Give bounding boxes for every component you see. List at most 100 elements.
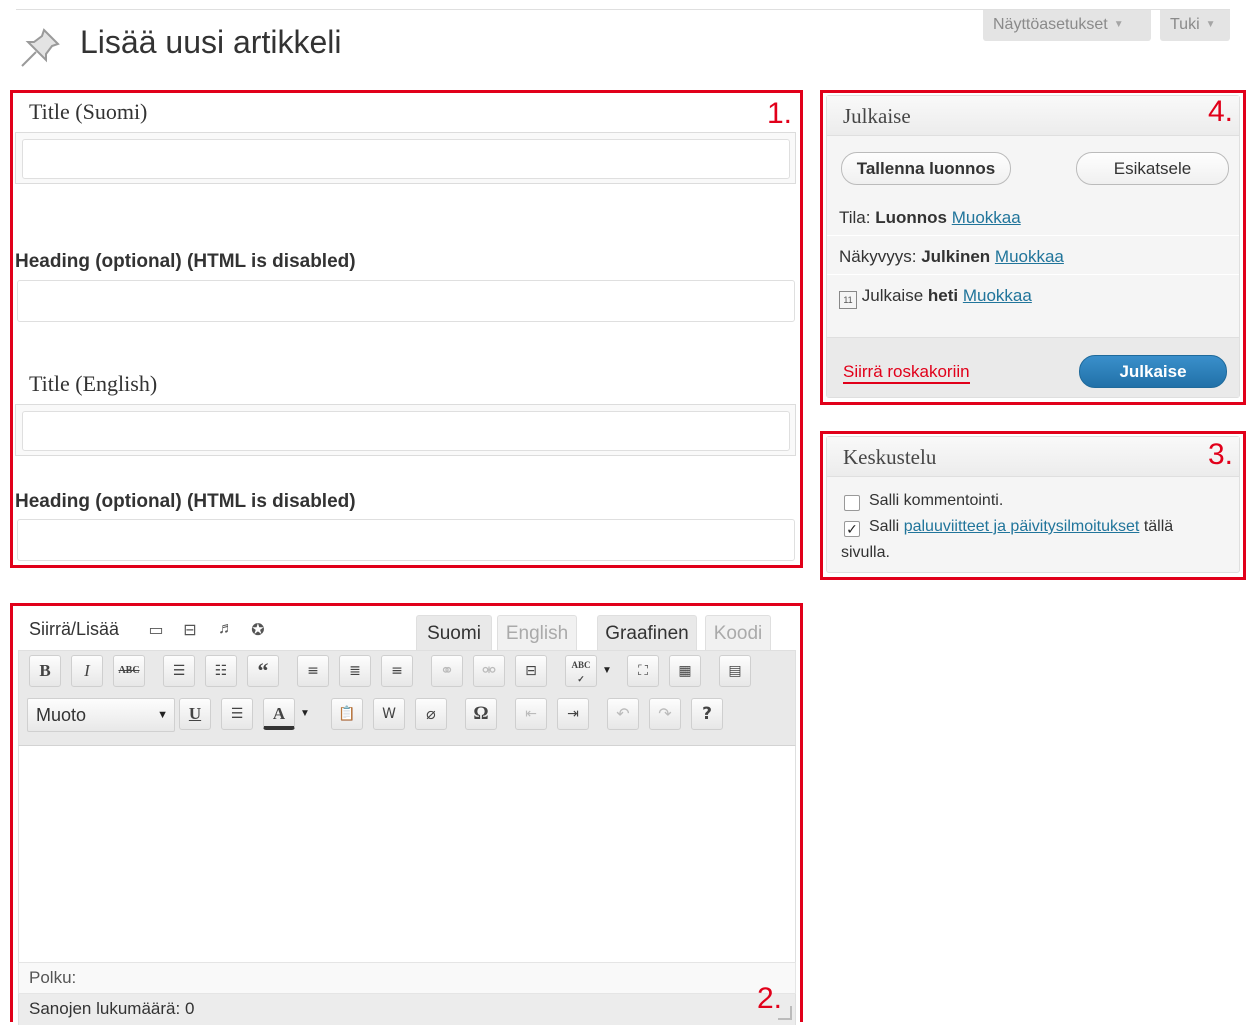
undo-icon[interactable]: ↶ [607,698,639,730]
marker-1: 1. [766,97,792,130]
discussion-box: Keskustelu Salli kommentointi. ✓ Salli p… [826,436,1240,573]
screen-options-label: Näyttöasetukset [993,16,1108,33]
numbered-list-icon[interactable]: ☷ [205,655,237,687]
allow-pings-suffix2: sivulla. [841,544,890,561]
move-to-trash-link[interactable]: Siirrä roskakoriin [843,362,970,384]
save-draft-button[interactable]: Tallenna luonnos [841,152,1011,185]
screen-options-tab[interactable]: Näyttöasetukset ▼ [983,10,1151,41]
more-tag-icon[interactable]: ⊟ [515,655,547,687]
add-media-icon[interactable]: ✪ [247,620,269,640]
align-right-icon[interactable]: ≡ [381,655,413,687]
heading-fi-label: Heading (optional) (HTML is disabled) [15,251,356,272]
path-label: Polku: [29,968,77,987]
underline-icon[interactable]: U [179,698,211,730]
align-left-icon[interactable]: ≡ [297,655,329,687]
allow-pings-checkbox[interactable]: ✓ [844,521,860,537]
add-video-icon[interactable]: ⊟ [179,620,201,640]
format-select[interactable]: Muoto ▼ [27,698,175,732]
help-tab[interactable]: Tuki ▼ [1160,10,1230,41]
status-value: Luonnos [875,208,947,227]
kitchen-sink-icon[interactable]: ▦ [669,655,701,687]
word-count-value: 0 [184,999,195,1018]
spellcheck-dropdown-icon[interactable]: ▼ [599,655,615,687]
allow-pings-suffix: tällä [1143,518,1174,535]
editor-path: Polku: [18,962,796,994]
word-count-row: Sanojen lukumäärä: 0 [18,994,796,1025]
visibility-edit-link[interactable]: Muokkaa [995,247,1064,266]
pingbacks-link[interactable]: paluuviitteet ja päivitysilmoitukset [904,518,1140,535]
editor-toolbar: B I ABC ☰ ☷ “ ≡ ≣ ≡ ⚭ ⚮ ⊟ ABC ✓ ▼ ⛶ ▦ ▤ M… [18,650,796,746]
clear-formatting-icon[interactable]: ⌀ [415,698,447,730]
resize-handle-icon[interactable] [778,1006,792,1020]
title-fi-wrap [15,132,796,184]
tab-html[interactable]: Koodi [705,615,771,651]
add-audio-icon[interactable]: ♬ [215,620,237,640]
publish-actions: Siirrä roskakoriin Julkaise [827,337,1239,397]
special-char-icon[interactable]: Ω [465,698,497,730]
visibility-row: Näkyvyys: Julkinen Muokkaa [839,247,1064,267]
status-row: Tila: Luonnos Muokkaa [839,208,1021,228]
schedule-row: 11 Julkaise heti Muokkaa [839,286,1032,309]
justify-icon[interactable]: ☰ [221,698,253,730]
editor-content-area[interactable] [18,746,796,964]
title-fields-highlight: Title (Suomi) 1. Heading (optional) (HTM… [10,90,803,568]
add-image-icon[interactable]: ▭ [145,620,167,640]
link-icon[interactable]: ⚭ [431,655,463,687]
tab-visual[interactable]: Graafinen [597,615,697,651]
allow-comments-label: Salli kommentointi. [869,492,1004,509]
allow-comments-checkbox[interactable] [844,495,860,511]
text-color-icon[interactable]: A [263,698,295,730]
tab-lang-english[interactable]: English [497,615,577,651]
page-break-icon[interactable]: ▤ [719,655,751,687]
blockquote-icon[interactable]: “ [247,655,279,687]
visibility-value: Julkinen [921,247,991,266]
bullet-list-icon[interactable]: ☰ [163,655,195,687]
editor-highlight: Siirrä/Lisää ▭ ⊟ ♬ ✪ Suomi English Graaf… [10,603,803,1025]
heading-en-label: Heading (optional) (HTML is disabled) [15,491,356,512]
title-fi-label: Title (Suomi) [29,99,148,124]
strikethrough-icon[interactable]: ABC [113,655,145,687]
indent-icon[interactable]: ⇥ [557,698,589,730]
help-label: Tuki [1170,16,1200,33]
publish-box-title: Julkaise [827,96,1239,136]
spellcheck-icon[interactable]: ABC ✓ [565,655,597,687]
help-icon[interactable]: ? [691,698,723,730]
text-color-dropdown-icon[interactable]: ▼ [297,698,313,730]
preview-button[interactable]: Esikatsele [1076,152,1229,185]
calendar-icon: 11 [839,291,857,309]
italic-icon[interactable]: I [71,655,103,687]
title-en-wrap [15,404,796,456]
visibility-label: Näkyvyys: [839,247,917,266]
chevron-down-icon: ▼ [1113,19,1124,30]
publish-highlight: Julkaise Tallenna luonnos Esikatsele Til… [820,90,1246,405]
marker-3: 3. [1207,438,1233,471]
marker-4: 4. [1207,95,1233,128]
title-fi-input[interactable] [22,139,790,179]
bold-icon[interactable]: B [29,655,61,687]
title-en-input[interactable] [22,411,790,451]
chevron-down-icon: ▼ [157,709,168,721]
redo-icon[interactable]: ↷ [649,698,681,730]
align-center-icon[interactable]: ≣ [339,655,371,687]
publish-button[interactable]: Julkaise [1079,355,1227,388]
separator [827,235,1239,236]
fullscreen-icon[interactable]: ⛶ [627,655,659,687]
schedule-edit-link[interactable]: Muokkaa [963,286,1032,305]
allow-pings-label: Salli paluuviitteet ja päivitysilmoituks… [869,518,1173,536]
discussion-highlight: Keskustelu Salli kommentointi. ✓ Salli p… [820,431,1246,580]
tab-lang-suomi[interactable]: Suomi [416,615,492,651]
unlink-icon[interactable]: ⚮ [473,655,505,687]
pushpin-icon [21,28,60,67]
status-edit-link[interactable]: Muokkaa [952,208,1021,227]
page-title: Lisää uusi artikkeli [80,24,342,60]
heading-en-input[interactable] [17,519,795,561]
heading-fi-input[interactable] [17,280,795,322]
paste-text-icon[interactable]: 📋 [331,698,363,730]
format-select-value: Muoto [36,705,87,725]
schedule-label: Julkaise [861,286,924,305]
outdent-icon[interactable]: ⇤ [515,698,547,730]
chevron-down-icon: ▼ [1205,19,1216,30]
paste-word-icon[interactable]: W [373,698,405,730]
allow-pings-prefix: Salli [869,518,900,535]
title-en-label: Title (English) [29,371,158,396]
